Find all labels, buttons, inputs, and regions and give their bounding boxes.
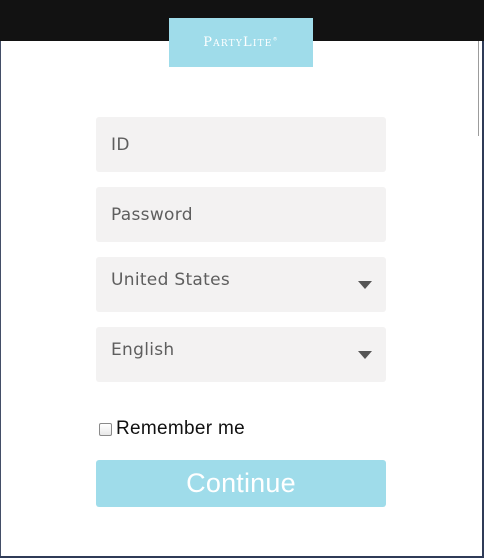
logo-wordmark: PartyLite [203, 35, 273, 50]
brand-logo: PartyLite® [169, 18, 313, 67]
password-field[interactable]: Password [96, 187, 386, 242]
password-placeholder: Password [111, 204, 193, 225]
language-selected-value: English [111, 340, 175, 360]
remember-me-label[interactable]: Remember me [116, 418, 245, 440]
continue-button[interactable]: Continue [96, 460, 386, 507]
chevron-down-icon [358, 351, 372, 359]
id-placeholder: ID [111, 134, 130, 155]
chevron-down-icon [358, 281, 372, 289]
language-select[interactable]: English [96, 327, 386, 382]
registered-mark: ® [272, 36, 279, 43]
window-right-inner-edge [478, 41, 479, 136]
remember-me-checkbox[interactable] [99, 422, 112, 436]
country-selected-value: United States [111, 270, 231, 290]
id-field[interactable]: ID [96, 117, 386, 172]
continue-label: Continue [186, 468, 296, 498]
country-select[interactable]: United States [96, 257, 386, 312]
logo-text: PartyLite® [203, 36, 279, 49]
remember-me-row: Remember me [99, 417, 245, 441]
window-left-edge [0, 41, 1, 558]
login-window: PartyLite® ID Password United States Eng… [0, 0, 484, 558]
